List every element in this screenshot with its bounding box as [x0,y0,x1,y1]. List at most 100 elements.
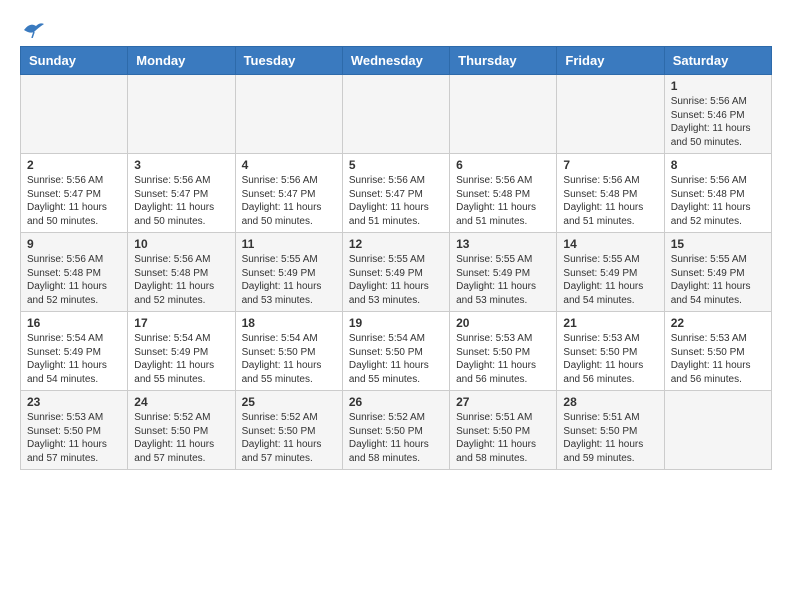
day-info: Sunrise: 5:51 AMSunset: 5:50 PMDaylight:… [456,411,550,465]
day-number: 15 [671,237,765,251]
day-info: Sunrise: 5:55 AMSunset: 5:49 PMDaylight:… [242,253,336,307]
day-info: Sunrise: 5:56 AMSunset: 5:48 PMDaylight:… [456,174,550,228]
day-info: Sunrise: 5:52 AMSunset: 5:50 PMDaylight:… [349,411,443,465]
day-number: 20 [456,316,550,330]
day-number: 11 [242,237,336,251]
calendar-cell: 5Sunrise: 5:56 AMSunset: 5:47 PMDaylight… [342,154,449,233]
day-info: Sunrise: 5:56 AMSunset: 5:48 PMDaylight:… [671,174,765,228]
day-info: Sunrise: 5:54 AMSunset: 5:49 PMDaylight:… [134,332,228,386]
calendar-cell [235,75,342,154]
calendar-week-row: 23Sunrise: 5:53 AMSunset: 5:50 PMDayligh… [21,391,772,470]
weekday-header-tuesday: Tuesday [235,47,342,75]
day-info: Sunrise: 5:52 AMSunset: 5:50 PMDaylight:… [242,411,336,465]
calendar-cell: 8 Sunrise: 5:56 AMSunset: 5:48 PMDaylight… [664,154,771,233]
calendar-cell: 24 Sunrise: 5:52 AMSunset: 5:50 PMDayligh… [128,391,235,470]
day-info: Sunrise: 5:56 AMSunset: 5:47 PMDaylight:… [349,174,443,228]
calendar-cell: 18 Sunrise: 5:54 AMSunset: 5:50 PMDayligh… [235,312,342,391]
day-number: 16 [27,316,121,330]
day-number: 6 [456,158,550,172]
day-info: Sunrise: 5:56 AMSunset: 5:46 PMDaylight:… [671,95,765,149]
day-info: Sunrise: 5:56 AMSunset: 5:48 PMDaylight:… [134,253,228,307]
day-info: Sunrise: 5:56 AMSunset: 5:47 PMDaylight:… [134,174,228,228]
day-number: 24 [134,395,228,409]
page-header [20,20,772,36]
day-info: Sunrise: 5:56 AMSunset: 5:47 PMDaylight:… [27,174,121,228]
day-number: 1 [671,79,765,93]
calendar-week-row: 16 Sunrise: 5:54 AMSunset: 5:49 PMDayligh… [21,312,772,391]
day-number: 7 [563,158,657,172]
calendar-cell: 2Sunrise: 5:56 AMSunset: 5:47 PMDaylight… [21,154,128,233]
calendar-cell [664,391,771,470]
calendar-header-row: SundayMondayTuesdayWednesdayThursdayFrid… [21,47,772,75]
day-number: 3 [134,158,228,172]
calendar-cell: 12 Sunrise: 5:55 AMSunset: 5:49 PMDayligh… [342,233,449,312]
day-info: Sunrise: 5:55 AMSunset: 5:49 PMDaylight:… [456,253,550,307]
logo-bird-icon [22,20,44,38]
day-number: 17 [134,316,228,330]
day-number: 18 [242,316,336,330]
day-number: 8 [671,158,765,172]
day-number: 19 [349,316,443,330]
calendar-cell: 3 Sunrise: 5:56 AMSunset: 5:47 PMDaylight… [128,154,235,233]
calendar-cell: 17 Sunrise: 5:54 AMSunset: 5:49 PMDayligh… [128,312,235,391]
day-number: 28 [563,395,657,409]
day-info: Sunrise: 5:51 AMSunset: 5:50 PMDaylight:… [563,411,657,465]
calendar-week-row: 1 Sunrise: 5:56 AMSunset: 5:46 PMDaylight… [21,75,772,154]
day-number: 22 [671,316,765,330]
calendar-cell: 14 Sunrise: 5:55 AMSunset: 5:49 PMDayligh… [557,233,664,312]
day-number: 9 [27,237,121,251]
calendar-cell [450,75,557,154]
weekday-header-monday: Monday [128,47,235,75]
day-info: Sunrise: 5:52 AMSunset: 5:50 PMDaylight:… [134,411,228,465]
calendar-cell [342,75,449,154]
calendar-cell [557,75,664,154]
calendar-week-row: 2Sunrise: 5:56 AMSunset: 5:47 PMDaylight… [21,154,772,233]
calendar-cell: 7 Sunrise: 5:56 AMSunset: 5:48 PMDaylight… [557,154,664,233]
day-info: Sunrise: 5:55 AMSunset: 5:49 PMDaylight:… [563,253,657,307]
day-info: Sunrise: 5:53 AMSunset: 5:50 PMDaylight:… [27,411,121,465]
calendar-cell: 26 Sunrise: 5:52 AMSunset: 5:50 PMDayligh… [342,391,449,470]
day-number: 21 [563,316,657,330]
weekday-header-sunday: Sunday [21,47,128,75]
day-info: Sunrise: 5:56 AMSunset: 5:48 PMDaylight:… [27,253,121,307]
day-info: Sunrise: 5:54 AMSunset: 5:50 PMDaylight:… [242,332,336,386]
weekday-header-wednesday: Wednesday [342,47,449,75]
calendar-cell: 19Sunrise: 5:54 AMSunset: 5:50 PMDayligh… [342,312,449,391]
day-number: 26 [349,395,443,409]
day-info: Sunrise: 5:55 AMSunset: 5:49 PMDaylight:… [349,253,443,307]
day-info: Sunrise: 5:53 AMSunset: 5:50 PMDaylight:… [671,332,765,386]
day-number: 10 [134,237,228,251]
day-number: 14 [563,237,657,251]
calendar-cell: 9 Sunrise: 5:56 AMSunset: 5:48 PMDaylight… [21,233,128,312]
day-number: 13 [456,237,550,251]
calendar-cell: 16 Sunrise: 5:54 AMSunset: 5:49 PMDayligh… [21,312,128,391]
day-info: Sunrise: 5:56 AMSunset: 5:47 PMDaylight:… [242,174,336,228]
day-number: 12 [349,237,443,251]
calendar-cell: 11 Sunrise: 5:55 AMSunset: 5:49 PMDayligh… [235,233,342,312]
calendar-cell: 20 Sunrise: 5:53 AMSunset: 5:50 PMDayligh… [450,312,557,391]
day-number: 27 [456,395,550,409]
calendar-cell [21,75,128,154]
calendar-cell [128,75,235,154]
calendar-cell: 22 Sunrise: 5:53 AMSunset: 5:50 PMDayligh… [664,312,771,391]
calendar-cell: 15 Sunrise: 5:55 AMSunset: 5:49 PMDayligh… [664,233,771,312]
calendar-cell: 4Sunrise: 5:56 AMSunset: 5:47 PMDaylight… [235,154,342,233]
calendar-cell: 10 Sunrise: 5:56 AMSunset: 5:48 PMDayligh… [128,233,235,312]
day-info: Sunrise: 5:55 AMSunset: 5:49 PMDaylight:… [671,253,765,307]
calendar-cell: 13 Sunrise: 5:55 AMSunset: 5:49 PMDayligh… [450,233,557,312]
day-info: Sunrise: 5:56 AMSunset: 5:48 PMDaylight:… [563,174,657,228]
calendar-week-row: 9 Sunrise: 5:56 AMSunset: 5:48 PMDaylight… [21,233,772,312]
weekday-header-thursday: Thursday [450,47,557,75]
calendar-cell: 27 Sunrise: 5:51 AMSunset: 5:50 PMDayligh… [450,391,557,470]
day-info: Sunrise: 5:54 AMSunset: 5:49 PMDaylight:… [27,332,121,386]
calendar-cell: 6 Sunrise: 5:56 AMSunset: 5:48 PMDaylight… [450,154,557,233]
calendar-table: SundayMondayTuesdayWednesdayThursdayFrid… [20,46,772,470]
calendar-cell: 23Sunrise: 5:53 AMSunset: 5:50 PMDayligh… [21,391,128,470]
calendar-cell: 21Sunrise: 5:53 AMSunset: 5:50 PMDayligh… [557,312,664,391]
logo [20,20,44,36]
weekday-header-saturday: Saturday [664,47,771,75]
calendar-cell: 25 Sunrise: 5:52 AMSunset: 5:50 PMDayligh… [235,391,342,470]
day-info: Sunrise: 5:53 AMSunset: 5:50 PMDaylight:… [456,332,550,386]
day-number: 25 [242,395,336,409]
calendar-cell: 1 Sunrise: 5:56 AMSunset: 5:46 PMDaylight… [664,75,771,154]
